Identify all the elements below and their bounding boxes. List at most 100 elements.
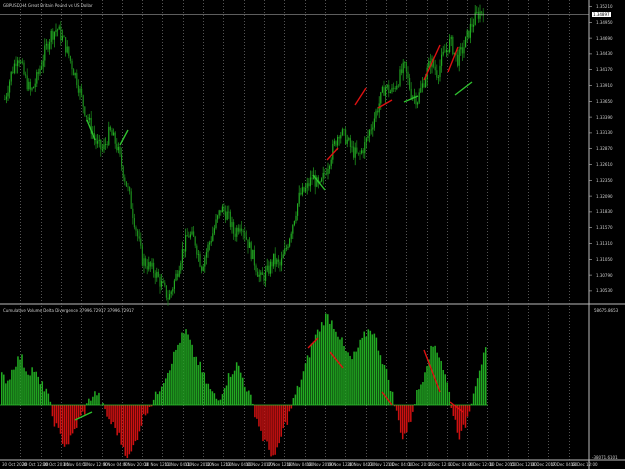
- candle-body: [263, 274, 265, 281]
- candle-body: [175, 273, 177, 281]
- histogram-bar: [126, 405, 129, 459]
- histogram-bar: [365, 336, 368, 405]
- histogram-bar: [349, 355, 351, 405]
- histogram-bar: [474, 386, 477, 405]
- histogram-bar: [367, 329, 370, 405]
- histogram-bar: [337, 336, 339, 405]
- histogram-bar: [484, 347, 487, 405]
- candle-body: [340, 135, 342, 139]
- histogram-bar: [318, 331, 321, 405]
- candle-body: [425, 79, 427, 88]
- candle-body: [105, 144, 107, 145]
- histogram-bar: [134, 405, 137, 442]
- candle-body: [442, 51, 444, 55]
- candle-body: [362, 150, 364, 154]
- histogram-bar: [235, 362, 238, 405]
- candle-body: [52, 30, 54, 40]
- histogram-bar: [23, 367, 25, 405]
- candle-body: [354, 147, 356, 158]
- candle-body: [391, 87, 393, 92]
- candle-body: [156, 271, 158, 278]
- candle-body: [322, 172, 324, 179]
- candle-body: [132, 208, 134, 218]
- candle-body: [103, 144, 105, 150]
- histogram-bar: [369, 330, 372, 405]
- histogram-bar: [264, 405, 266, 440]
- candle-body: [377, 110, 379, 113]
- price-label: 1.34430: [596, 51, 613, 57]
- indicator-scale-bottom: -38071.6101: [592, 455, 618, 460]
- histogram-bar: [163, 383, 165, 405]
- candle-body: [233, 222, 235, 234]
- histogram-bar: [25, 371, 27, 405]
- candle-body: [332, 143, 334, 160]
- histogram-bar: [436, 352, 438, 405]
- price-label: 1.30790: [596, 272, 613, 278]
- candle-body: [327, 168, 329, 175]
- histogram-bar: [258, 405, 260, 427]
- candle-body: [74, 73, 76, 76]
- price-label: 1.34950: [596, 19, 613, 25]
- histogram-bar: [31, 367, 33, 405]
- histogram-bar: [142, 405, 145, 415]
- histogram-bar: [57, 405, 60, 428]
- candle-body: [399, 69, 401, 86]
- histogram-bar: [430, 345, 432, 405]
- histogram-bar: [284, 405, 287, 423]
- chart-window[interactable]: GBPUSD,H4 Great Britain Pound vs US Doll…: [0, 0, 625, 469]
- histogram-bar: [403, 405, 406, 434]
- histogram-bar: [237, 365, 240, 405]
- candle-body: [386, 84, 388, 88]
- histogram-bar: [286, 405, 289, 425]
- histogram-bar: [339, 339, 341, 405]
- chart-canvas[interactable]: [0, 0, 625, 469]
- candle-body: [7, 92, 9, 97]
- histogram-bar: [37, 376, 39, 405]
- candle-body: [63, 36, 65, 38]
- histogram-bar: [381, 364, 384, 405]
- candle-body: [77, 85, 79, 93]
- candle-body: [183, 249, 185, 252]
- histogram-bar: [482, 352, 485, 405]
- candle-body: [111, 130, 113, 136]
- histogram-bar: [325, 313, 327, 405]
- candle-body: [325, 173, 327, 175]
- candle-body: [423, 83, 425, 88]
- candle-body: [217, 215, 219, 220]
- candle-body: [237, 227, 239, 232]
- candle-body: [13, 63, 15, 73]
- candle-body: [12, 71, 14, 73]
- histogram-bar: [476, 378, 479, 405]
- histogram-bar: [197, 365, 199, 405]
- candle-body: [73, 69, 75, 76]
- histogram-bar: [412, 405, 414, 412]
- candle-body: [130, 191, 132, 209]
- candle-body: [407, 71, 409, 78]
- histogram-bar: [13, 369, 15, 405]
- histogram-bar: [331, 320, 333, 405]
- histogram-bar: [359, 339, 361, 405]
- candle-body: [330, 159, 332, 167]
- histogram-bar: [205, 383, 208, 405]
- candle-body: [148, 262, 150, 270]
- candle-body: [389, 91, 391, 94]
- candle-body: [153, 262, 155, 274]
- histogram-bar: [79, 405, 82, 416]
- candle-body: [68, 46, 70, 57]
- candle-body: [244, 232, 246, 237]
- candle-body: [421, 83, 423, 88]
- histogram-bar: [45, 388, 48, 405]
- candle-body: [162, 281, 164, 283]
- histogram-bar: [355, 351, 357, 405]
- candle-body: [37, 72, 39, 74]
- candle-body: [194, 236, 196, 246]
- histogram-bar: [410, 405, 412, 422]
- histogram-bar: [239, 372, 242, 405]
- histogram-bar: [262, 405, 264, 442]
- candle-body: [79, 88, 81, 93]
- candle-body: [301, 187, 303, 195]
- candle-body: [353, 146, 355, 158]
- candle-body: [53, 31, 55, 40]
- candle-body: [10, 71, 12, 82]
- candle-body: [167, 297, 169, 300]
